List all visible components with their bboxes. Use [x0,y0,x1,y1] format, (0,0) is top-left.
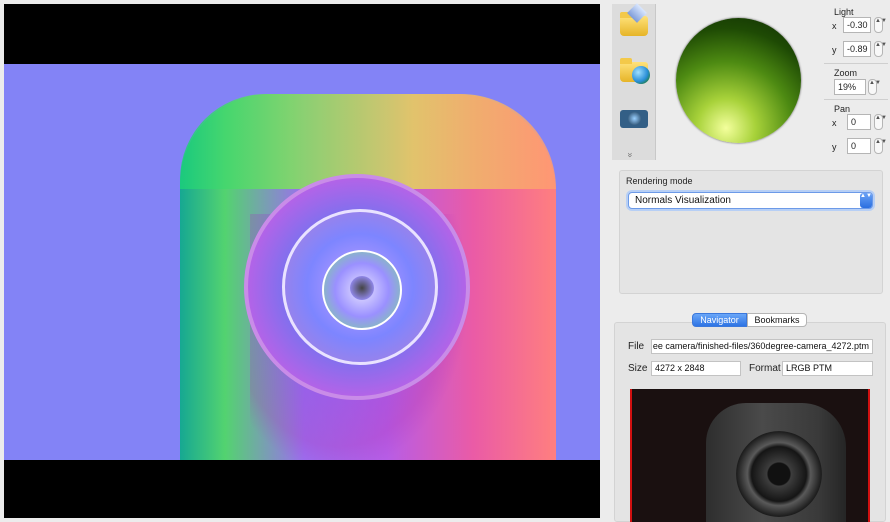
rendering-mode-select[interactable]: Normals Visualization [628,192,873,209]
size-label: Size [628,363,648,374]
divider [824,63,888,64]
divider [824,99,888,100]
file-path-value: ee camera/finished-files/360degree-camer… [652,341,869,351]
thumbnail-lens [736,431,822,517]
pan-label: Pan [834,104,851,114]
select-arrows-icon[interactable]: ▲▼ [860,193,872,208]
pan-y-label: y [832,142,837,152]
light-y-label: y [832,45,837,55]
chevron-double-down-icon[interactable]: » [626,152,636,157]
light-direction-sphere[interactable] [676,18,801,143]
size-field[interactable]: 4272 x 2848 [651,361,741,376]
zoom-stepper[interactable]: ▲▼ [868,79,881,95]
zoom-label: Zoom [834,68,858,78]
light-x-input[interactable]: -0.30 [843,17,871,33]
zoom-input[interactable]: 19% [834,79,866,95]
navigator-thumbnail[interactable] [630,389,870,522]
open-web-button[interactable] [618,52,650,84]
tab-bookmarks[interactable]: Bookmarks [747,313,807,327]
tool-strip: » [612,3,656,160]
light-label: Light [834,7,854,17]
rendering-mode-panel [619,170,883,294]
pan-y-stepper[interactable]: ▲▼ [874,138,887,154]
pan-x-label: x [832,118,837,128]
rendering-mode-label: Rendering mode [626,176,693,186]
pan-y-input[interactable]: 0 [847,138,871,154]
format-label: Format [749,363,781,374]
format-field[interactable]: LRGB PTM [782,361,873,376]
globe-icon [632,66,650,84]
file-path-field[interactable]: ee camera/finished-files/360degree-camer… [651,339,873,354]
camera-icon [620,110,648,128]
snapshot-button[interactable] [618,100,650,132]
pan-x-input[interactable]: 0 [847,114,871,130]
normals-image[interactable] [4,64,600,460]
pan-x-stepper[interactable]: ▲▼ [874,114,887,130]
lens-center [350,276,374,300]
file-label: File [628,341,645,352]
light-x-stepper[interactable]: ▲▼ [874,17,887,33]
light-y-stepper[interactable]: ▲▼ [874,41,887,57]
open-file-button[interactable] [618,3,650,38]
light-y-input[interactable]: -0.89 [843,41,871,57]
tab-navigator[interactable]: Navigator [692,313,747,327]
image-viewport[interactable] [4,4,600,518]
light-x-label: x [832,21,837,31]
